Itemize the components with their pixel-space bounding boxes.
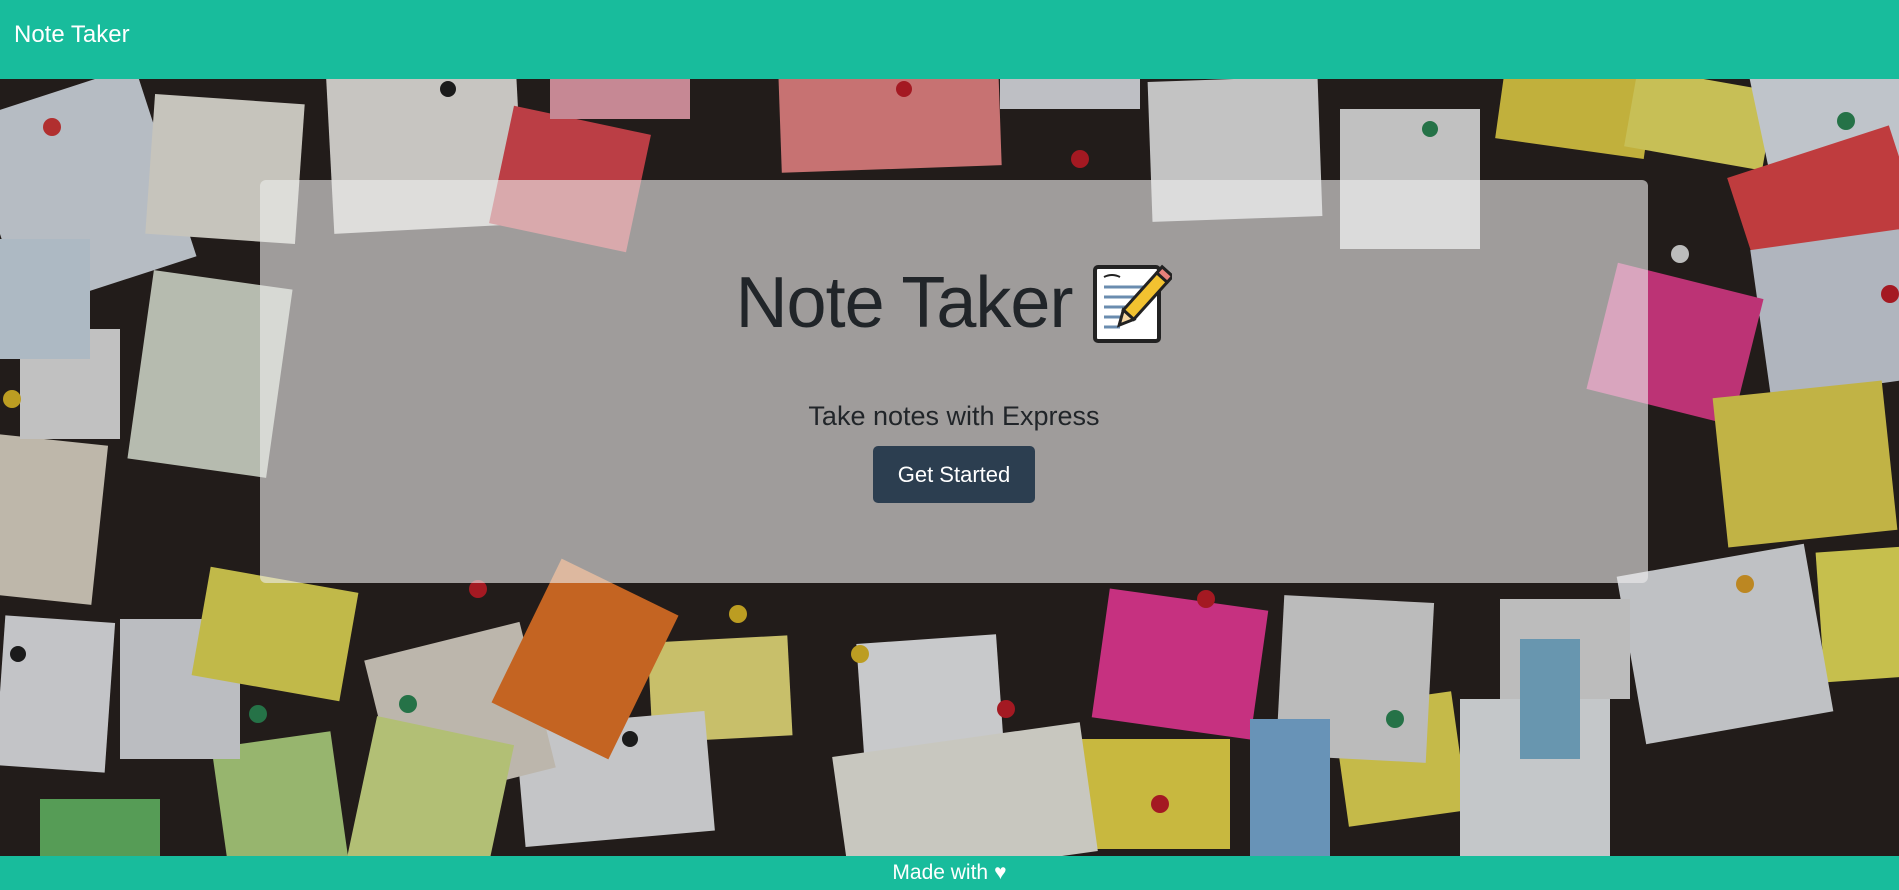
hero-title: Note Taker	[735, 263, 1074, 343]
hero-jumbotron: Note Taker Take notes with Express Get S…	[260, 180, 1648, 583]
navbar-brand[interactable]: Note Taker	[14, 20, 130, 50]
page: Note Taker Note Taker Take notes with Ex…	[0, 0, 1899, 890]
footer: Made with ♥	[0, 856, 1899, 890]
memo-icon	[1092, 261, 1176, 345]
get-started-button[interactable]: Get Started	[873, 446, 1035, 503]
footer-text: Made with	[892, 861, 989, 884]
heart-icon: ♥	[994, 861, 1007, 884]
navbar: Note Taker	[0, 0, 1899, 79]
hero-title-row: Note Taker	[260, 258, 1648, 348]
hero-subtitle: Take notes with Express	[808, 401, 1100, 431]
